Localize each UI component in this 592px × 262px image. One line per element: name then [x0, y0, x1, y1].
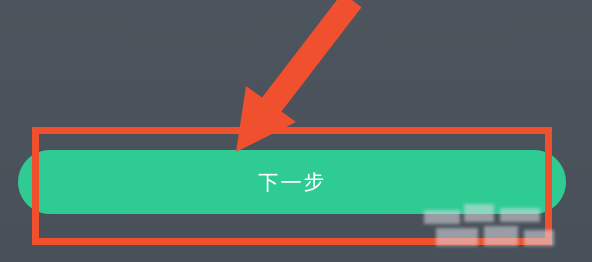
dark-background: 下一步 [0, 0, 592, 262]
next-step-label: 下一步 [257, 171, 327, 195]
annotation-arrow-icon [236, 0, 362, 152]
next-step-button[interactable]: 下一步 [18, 150, 566, 214]
